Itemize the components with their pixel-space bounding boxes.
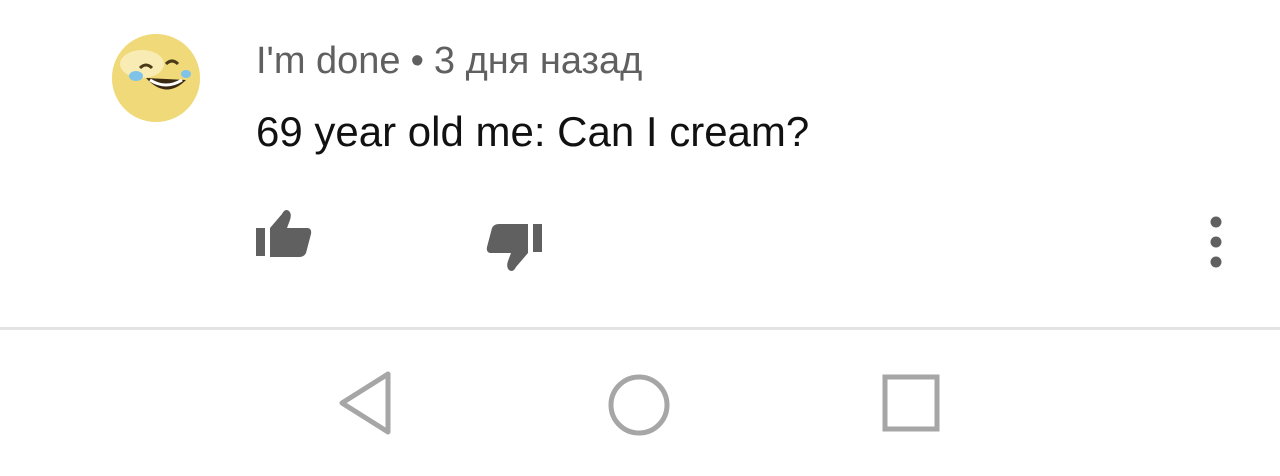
nav-back-button[interactable] [336,370,396,436]
comment-item: I'm done • 3 дня назад 69 year old me: Can… [0,0,1280,328]
back-triangle-icon [339,371,391,435]
home-circle-icon [608,374,670,436]
recents-square-icon [882,374,940,432]
meta-separator: • [410,40,424,82]
comment-time: 3 дня назад [433,40,643,82]
system-navigation-bar [0,330,1280,476]
comment-meta: I'm done • 3 дня назад [256,38,642,84]
laughing-face-icon [112,34,200,122]
thumbs-up-icon [256,210,312,257]
nav-recents-button[interactable] [880,372,942,434]
dislike-button[interactable] [484,220,544,278]
avatar[interactable] [112,34,200,122]
like-button[interactable] [254,206,314,260]
thumbs-down-icon [486,224,542,271]
comment-text: 69 year old me: Can I cream? [256,108,810,155]
nav-home-button[interactable] [606,372,672,438]
more-options-button[interactable] [1198,214,1234,270]
author-name[interactable]: I'm done [256,40,401,82]
more-vertical-icon [1210,216,1222,268]
